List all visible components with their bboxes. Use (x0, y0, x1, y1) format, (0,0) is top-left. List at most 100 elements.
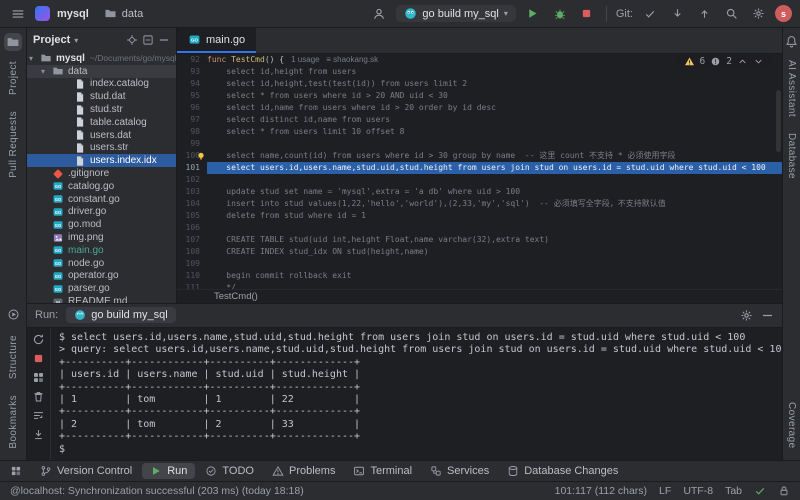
code-line-95[interactable]: 95 select * from users where id > 20 AND… (177, 90, 782, 102)
run-settings-gear-icon[interactable] (740, 309, 753, 322)
project-name[interactable]: mysql (57, 8, 89, 20)
code-line-104[interactable]: 104 insert into stud values(1,22,'hello'… (177, 198, 782, 210)
tool-button-run[interactable]: Run (142, 463, 195, 479)
tree-item-operator.go[interactable]: GOoperator.go (27, 270, 176, 283)
intention-bulb-icon[interactable] (196, 151, 206, 161)
tree-root[interactable]: ▾ mysql ~/Documents/go/mysql (27, 52, 176, 65)
tree-item-node.go[interactable]: GOnode.go (27, 257, 176, 270)
tree-item-img.png[interactable]: img.png (27, 231, 176, 244)
code-line-102[interactable]: 102 (177, 174, 782, 186)
tree-item-main.go[interactable]: GOmain.go (27, 244, 176, 257)
inspection-widget[interactable]: 6 2 (678, 55, 770, 68)
code-line-100[interactable]: 100 select name,count(id) from users whe… (177, 150, 782, 162)
prev-problem-icon[interactable] (737, 56, 748, 67)
settings-gear-icon[interactable] (748, 4, 768, 24)
notifications-bell-icon[interactable] (783, 33, 800, 50)
code-line-99[interactable]: 99 (177, 138, 782, 150)
project-tree[interactable]: ▾ mysql ~/Documents/go/mysql ▾dataindex.… (27, 52, 176, 303)
tree-item-.gitignore[interactable]: .gitignore (27, 167, 176, 180)
indent-style[interactable]: Tab (725, 485, 742, 497)
tree-item-parser.go[interactable]: GOparser.go (27, 282, 176, 295)
hide-panel-icon[interactable] (761, 309, 774, 322)
next-problem-icon[interactable] (753, 56, 764, 67)
stripe-label-pull-requests[interactable]: Pull Requests (8, 111, 19, 178)
code-line-105[interactable]: 105 delete from stud where id = 1 (177, 210, 782, 222)
code-line-94[interactable]: 94 select id,height,test(test(id)) from … (177, 78, 782, 90)
scroll-to-end-icon[interactable] (32, 428, 45, 441)
tool-button-database-changes[interactable]: Database Changes (499, 463, 626, 479)
tool-button-version-control[interactable]: Version Control (32, 463, 140, 479)
stripe-label-bookmarks[interactable]: Bookmarks (8, 395, 19, 449)
file-encoding[interactable]: UTF-8 (683, 485, 713, 497)
tree-item-data[interactable]: ▾data (27, 65, 176, 78)
stripe-label-ai-assistant[interactable]: AI Assistant (786, 60, 797, 117)
tree-item-table.catalog[interactable]: table.catalog (27, 116, 176, 129)
expand-chevron-icon[interactable]: ▾ (29, 54, 38, 63)
stripe-label-coverage[interactable]: Coverage (786, 402, 797, 449)
git-push-icon[interactable] (694, 4, 714, 24)
user-avatar[interactable]: s (775, 5, 792, 22)
tree-item-go.mod[interactable]: GOgo.mod (27, 218, 176, 231)
run-tool-icon[interactable] (5, 306, 22, 323)
tool-button-todo[interactable]: TODO (197, 463, 262, 479)
line-separator[interactable]: LF (659, 485, 671, 497)
project-tool-button[interactable] (4, 33, 22, 51)
code-line-101[interactable]: 101 select users.id,users.name,stud.uid,… (177, 162, 782, 174)
run-button[interactable] (523, 4, 543, 24)
hamburger-menu-icon[interactable] (8, 4, 28, 24)
tree-item-index.catalog[interactable]: index.catalog (27, 78, 176, 91)
code-line-107[interactable]: 107 CREATE TABLE stud(uid int,height Flo… (177, 234, 782, 246)
soft-wrap-icon[interactable] (32, 409, 45, 422)
code-line-98[interactable]: 98 select * from users limit 10 offset 8 (177, 126, 782, 138)
git-update-icon[interactable] (667, 4, 687, 24)
tree-item-stud.dat[interactable]: stud.dat (27, 90, 176, 103)
code-area[interactable]: 92func TestCmd() { 1 usage ≡ shaokang.sk… (177, 54, 782, 289)
stripe-label-structure[interactable]: Structure (8, 335, 19, 379)
stripe-label-project[interactable]: Project (8, 61, 19, 95)
rerun-icon[interactable] (32, 333, 45, 346)
locate-icon[interactable] (126, 34, 138, 46)
code-line-110[interactable]: 110 begin commit rollback exit (177, 270, 782, 282)
code-line-108[interactable]: 108 CREATE INDEX stud_idx ON stud(height… (177, 246, 782, 258)
run-tab[interactable]: go build my_sql (66, 307, 175, 323)
code-line-109[interactable]: 109 (177, 258, 782, 270)
git-check-icon[interactable] (640, 4, 660, 24)
editor-tab-main-go[interactable]: GO main.go (177, 28, 256, 53)
code-line-111[interactable]: 111 */ (177, 282, 782, 289)
folder-breadcrumb[interactable]: data (104, 7, 143, 20)
tool-button-problems[interactable]: Problems (264, 463, 343, 479)
tree-item-catalog.go[interactable]: GOcatalog.go (27, 180, 176, 193)
stripe-label-database[interactable]: Database (786, 133, 797, 179)
expand-chevron-icon[interactable]: ▾ (41, 67, 50, 76)
tree-item-users.dat[interactable]: users.dat (27, 129, 176, 142)
debug-button[interactable] (550, 4, 570, 24)
tree-item-README.md[interactable]: MREADME.md (27, 295, 176, 303)
run-config-selector[interactable]: go build my_sql ▾ (396, 5, 515, 22)
git-widget-label[interactable]: Git: (616, 8, 633, 20)
code-line-103[interactable]: 103 update stud set name = 'mysql',extra… (177, 186, 782, 198)
tree-item-constant.go[interactable]: GOconstant.go (27, 193, 176, 206)
search-icon[interactable] (721, 4, 741, 24)
project-panel-title[interactable]: Project (33, 34, 70, 46)
code-with-me-icon[interactable] (369, 4, 389, 24)
tool-window-switcher-icon[interactable] (6, 461, 26, 481)
breadcrumb[interactable]: TestCmd() (177, 289, 782, 303)
tree-item-driver.go[interactable]: GOdriver.go (27, 206, 176, 219)
stop-button[interactable] (577, 4, 597, 24)
clear-output-icon[interactable] (32, 390, 45, 403)
code-line-106[interactable]: 106 (177, 222, 782, 234)
tool-button-services[interactable]: Services (422, 463, 497, 479)
readonly-lock-icon[interactable] (778, 485, 790, 497)
restore-layout-icon[interactable] (32, 371, 45, 384)
caret-position[interactable]: 101:117 (112 chars) (555, 485, 647, 497)
tree-item-users.index.idx[interactable]: users.index.idx (27, 154, 176, 167)
console-output[interactable]: $ select users.id,users.name,stud.uid,st… (51, 328, 782, 460)
collapse-all-icon[interactable] (142, 34, 154, 46)
inspections-ok-icon[interactable] (754, 485, 766, 497)
code-line-96[interactable]: 96 select id,name from users where id > … (177, 102, 782, 114)
tool-button-terminal[interactable]: Terminal (345, 463, 420, 479)
editor-scrollbar[interactable] (776, 90, 781, 152)
code-line-97[interactable]: 97 select distinct id,name from users (177, 114, 782, 126)
hide-panel-icon[interactable] (158, 34, 170, 46)
stop-icon[interactable] (32, 352, 45, 365)
